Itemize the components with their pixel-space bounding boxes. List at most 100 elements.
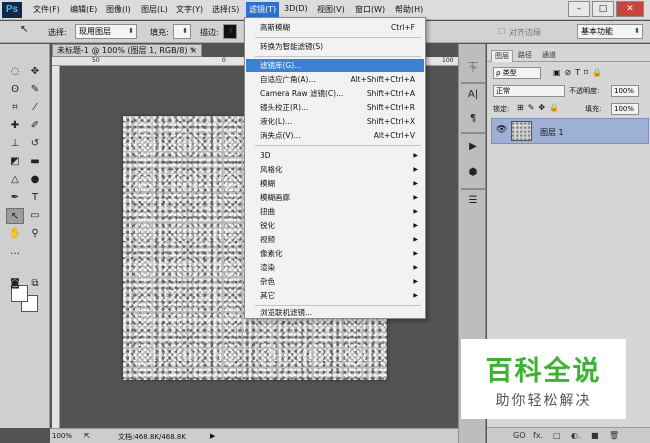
filter-submenu-item[interactable]: 视频 ▶ bbox=[246, 233, 424, 246]
filter-menu-item[interactable]: 高斯模糊 Ctrl+F bbox=[246, 21, 424, 34]
eyedropper-icon[interactable]: ⁄ bbox=[26, 100, 44, 116]
menu-edit[interactable]: 编辑(E) bbox=[70, 4, 97, 15]
filter-submenu-item[interactable]: 风格化 ▶ bbox=[246, 163, 424, 176]
history-panel-icon[interactable]: ⏇ bbox=[463, 60, 483, 78]
zoom-tool-icon[interactable]: ⚲ bbox=[26, 226, 44, 242]
paragraph-panel-icon[interactable]: ¶ bbox=[463, 110, 483, 128]
stroke-swatch[interactable] bbox=[223, 24, 237, 39]
stamp-tool-icon[interactable]: ⊥ bbox=[6, 136, 24, 152]
menu-help[interactable]: 帮助(H) bbox=[395, 4, 423, 15]
filter-submenu-item[interactable]: 杂色 ▶ bbox=[246, 275, 424, 288]
healing-brush-icon[interactable]: ✚ bbox=[6, 118, 24, 134]
lock-label: 锁定: bbox=[493, 105, 510, 113]
layer-filter-icons[interactable]: ▣⊘T⌑🔒 bbox=[553, 68, 606, 77]
adjustment-layer-icon[interactable]: ◐. bbox=[571, 431, 581, 440]
properties-panel-icon[interactable]: ☰ bbox=[463, 192, 483, 210]
filter-menu-item[interactable]: 镜头校正(R)... Shift+Ctrl+R bbox=[246, 101, 424, 114]
dock-divider bbox=[461, 188, 485, 190]
filter-menu-item[interactable]: 液化(L)... Shift+Ctrl+X bbox=[246, 115, 424, 128]
history-brush-icon[interactable]: ↺ bbox=[26, 136, 44, 152]
filter-menu-item-highlighted[interactable]: 滤镜库(G)... bbox=[246, 59, 424, 72]
path-select-icon[interactable]: ↖ bbox=[6, 208, 24, 224]
filter-submenu-item[interactable]: 其它 ▶ bbox=[246, 289, 424, 302]
menu-filter[interactable]: 滤镜(T) bbox=[246, 2, 280, 18]
layer-filter-dropdown[interactable]: ρ 类型 bbox=[493, 67, 541, 79]
quick-select-icon[interactable]: ✎ bbox=[26, 82, 44, 98]
tab-channels[interactable]: 通道 bbox=[539, 50, 559, 62]
move-tool-icon[interactable]: ↖ bbox=[20, 24, 28, 35]
quick-mask-icon[interactable]: ◙ bbox=[6, 276, 24, 292]
pen-tool-icon[interactable]: ✒ bbox=[6, 190, 24, 206]
filter-submenu-item[interactable]: 3D ▶ bbox=[246, 149, 424, 162]
eye-icon[interactable]: 👁 bbox=[496, 125, 507, 135]
blend-mode-dropdown[interactable]: 正常 bbox=[493, 85, 565, 97]
document-info: 文档:468.8K/468.8K bbox=[118, 433, 186, 441]
crop-tool-icon[interactable]: ⌗ bbox=[6, 100, 24, 116]
lasso-tool-icon[interactable]: ʘ bbox=[6, 82, 24, 98]
trash-icon[interactable]: 🗑 bbox=[609, 431, 619, 440]
close-tab-icon[interactable]: × bbox=[190, 45, 197, 56]
eraser-tool-icon[interactable]: ◩ bbox=[6, 154, 24, 170]
more-tools-icon[interactable]: … bbox=[6, 244, 24, 260]
select-dropdown[interactable]: 现用图层 bbox=[75, 24, 137, 39]
new-layer-icon[interactable]: ■ bbox=[591, 431, 599, 440]
screen-mode-icon[interactable]: ⧉ bbox=[26, 276, 44, 292]
menu-view[interactable]: 视图(V) bbox=[317, 4, 345, 15]
workspace-dropdown[interactable]: 基本功能 bbox=[577, 24, 643, 39]
dodge-tool-icon[interactable]: ● bbox=[26, 172, 44, 188]
menu-3d[interactable]: 3D(D) bbox=[284, 4, 308, 13]
filter-submenu-item[interactable]: 模糊 ▶ bbox=[246, 177, 424, 190]
document-tab[interactable]: 未标题-1 @ 100% (图层 1, RGB/8) * × bbox=[52, 44, 202, 57]
ruler-tick: 0 bbox=[222, 57, 226, 64]
share-icon[interactable]: ⇱ bbox=[84, 432, 90, 440]
filter-submenu-item[interactable]: 渲染 ▶ bbox=[246, 261, 424, 274]
link-layers-icon[interactable]: GO bbox=[513, 431, 526, 440]
filter-submenu-item[interactable]: 像素化 ▶ bbox=[246, 247, 424, 260]
fill-field[interactable]: 100% bbox=[611, 103, 639, 115]
fill-swatch[interactable] bbox=[173, 24, 191, 39]
brush-tool-icon[interactable]: ✐ bbox=[26, 118, 44, 134]
layer-name[interactable]: 图层 1 bbox=[540, 127, 564, 138]
filter-menu-item[interactable]: Camera Raw 滤镜(C)... Shift+Ctrl+A bbox=[246, 87, 424, 100]
zoom-level[interactable]: 100% bbox=[52, 432, 72, 440]
minimize-button[interactable]: – bbox=[568, 1, 590, 17]
maximize-button[interactable]: □ bbox=[592, 1, 614, 17]
add-mask-icon[interactable]: □ bbox=[553, 431, 561, 440]
filter-submenu-item[interactable]: 模糊画廊 ▶ bbox=[246, 191, 424, 204]
layer-row[interactable]: 👁 图层 1 bbox=[491, 118, 649, 144]
character-panel-icon[interactable]: A| bbox=[463, 86, 483, 104]
menu-type[interactable]: 文字(Y) bbox=[176, 4, 203, 15]
move-tool-icon[interactable]: ✥ bbox=[26, 64, 44, 80]
menu-file[interactable]: 文件(F) bbox=[33, 4, 60, 15]
ruler-tick: 100 bbox=[442, 57, 454, 64]
select-label: 选择: bbox=[48, 28, 67, 37]
filter-submenu-item[interactable]: 扭曲 ▶ bbox=[246, 205, 424, 218]
opacity-field[interactable]: 100% bbox=[611, 85, 639, 97]
filter-menu-item[interactable]: 转换为智能滤镜(S) bbox=[246, 40, 424, 53]
filter-menu-item[interactable]: 自适应广角(A)... Alt+Shift+Ctrl+A bbox=[246, 73, 424, 86]
close-button[interactable]: ✕ bbox=[616, 1, 644, 17]
tab-paths[interactable]: 路径 bbox=[515, 50, 535, 62]
type-tool-icon[interactable]: T bbox=[26, 190, 44, 206]
marquee-tool-icon[interactable]: ◌ bbox=[6, 64, 24, 80]
actions-panel-icon[interactable]: ▶ bbox=[463, 138, 483, 156]
gradient-tool-icon[interactable]: ▬ bbox=[26, 154, 44, 170]
filter-menu-item[interactable]: 浏览联机滤镜... bbox=[246, 306, 424, 319]
3d-panel-icon[interactable]: ⬢ bbox=[463, 164, 483, 182]
tab-layers[interactable]: 图层 bbox=[491, 50, 513, 62]
lock-icons[interactable]: ⊞✎✥🔒 bbox=[517, 103, 563, 112]
menu-image[interactable]: 图像(I) bbox=[106, 4, 131, 15]
hand-tool-icon[interactable]: ✋ bbox=[6, 226, 24, 242]
menu-layer[interactable]: 图层(L) bbox=[141, 4, 168, 15]
menu-window[interactable]: 窗口(W) bbox=[355, 4, 385, 15]
blur-tool-icon[interactable]: △ bbox=[6, 172, 24, 188]
filter-submenu-item[interactable]: 锐化 ▶ bbox=[246, 219, 424, 232]
status-arrow-icon[interactable]: ▶ bbox=[210, 432, 215, 440]
align-edges-checkbox[interactable]: ☐ bbox=[498, 27, 505, 36]
menu-separator bbox=[255, 37, 421, 38]
fx-icon[interactable]: fx. bbox=[533, 431, 543, 440]
rectangle-tool-icon[interactable]: ▭ bbox=[26, 208, 44, 224]
filter-menu-item[interactable]: 消失点(V)... Alt+Ctrl+V bbox=[246, 129, 424, 142]
submenu-arrow-icon: ▶ bbox=[413, 278, 418, 285]
menu-select[interactable]: 选择(S) bbox=[212, 4, 239, 15]
